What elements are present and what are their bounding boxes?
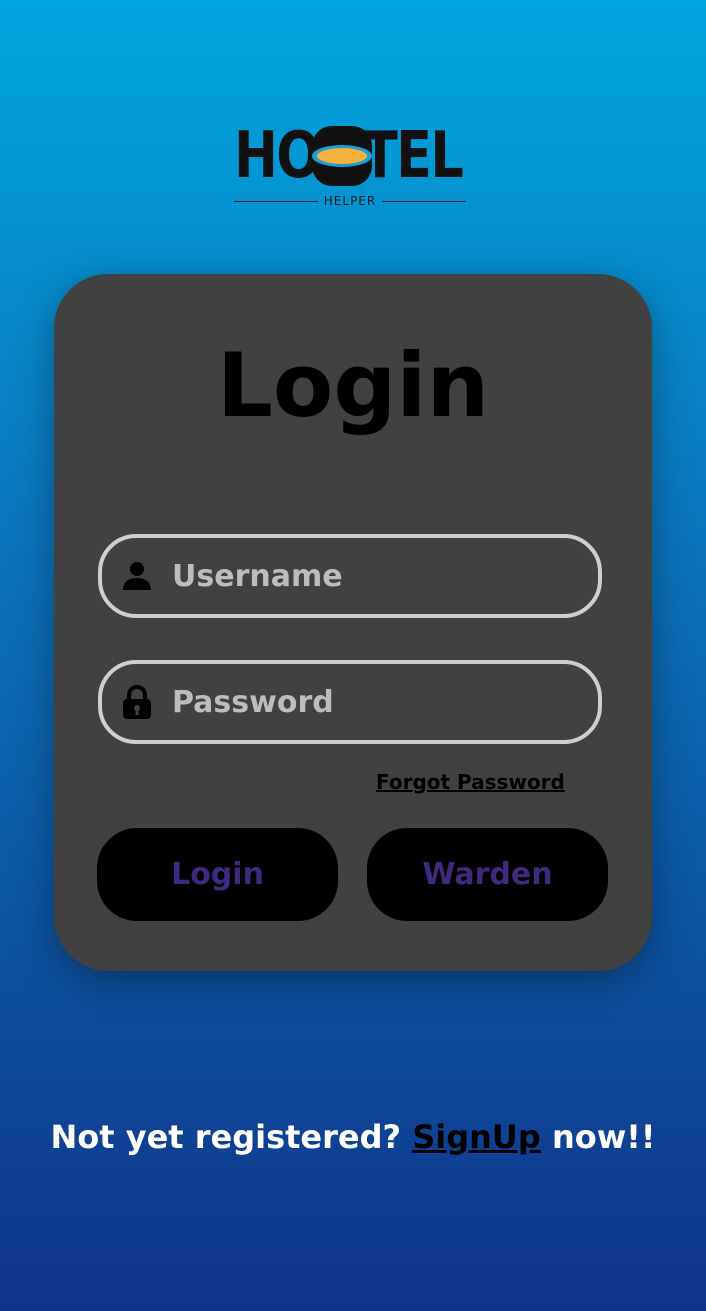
logo-subtitle: HELPER: [323, 194, 377, 208]
logo-divider-right: [382, 200, 467, 202]
signup-link[interactable]: SignUp: [412, 1118, 541, 1156]
lock-icon: [123, 685, 151, 719]
warden-button[interactable]: Warden: [367, 828, 608, 921]
app-logo: HO TEL HELPER: [234, 122, 474, 210]
login-card: Login Forgot Password Login Warden: [54, 274, 652, 971]
logo-text-right: TEL: [362, 119, 464, 193]
logo-subtitle-row: HELPER: [234, 192, 467, 210]
login-title: Login: [216, 334, 490, 437]
password-field[interactable]: [98, 660, 602, 744]
user-icon: [123, 562, 151, 590]
username-input[interactable]: [172, 558, 598, 594]
signup-prefix: Not yet registered?: [50, 1118, 413, 1156]
logo-wordmark: HO TEL: [234, 122, 474, 188]
password-input[interactable]: [172, 684, 598, 720]
username-field[interactable]: [98, 534, 602, 618]
logo-text-left: HO: [234, 119, 321, 193]
logo-divider-left: [234, 200, 318, 202]
forgot-password-link[interactable]: Forgot Password: [376, 770, 565, 794]
login-button[interactable]: Login: [97, 828, 338, 921]
signup-suffix: now!!: [540, 1118, 656, 1156]
signup-prompt: Not yet registered? SignUp now!!: [0, 1118, 706, 1156]
